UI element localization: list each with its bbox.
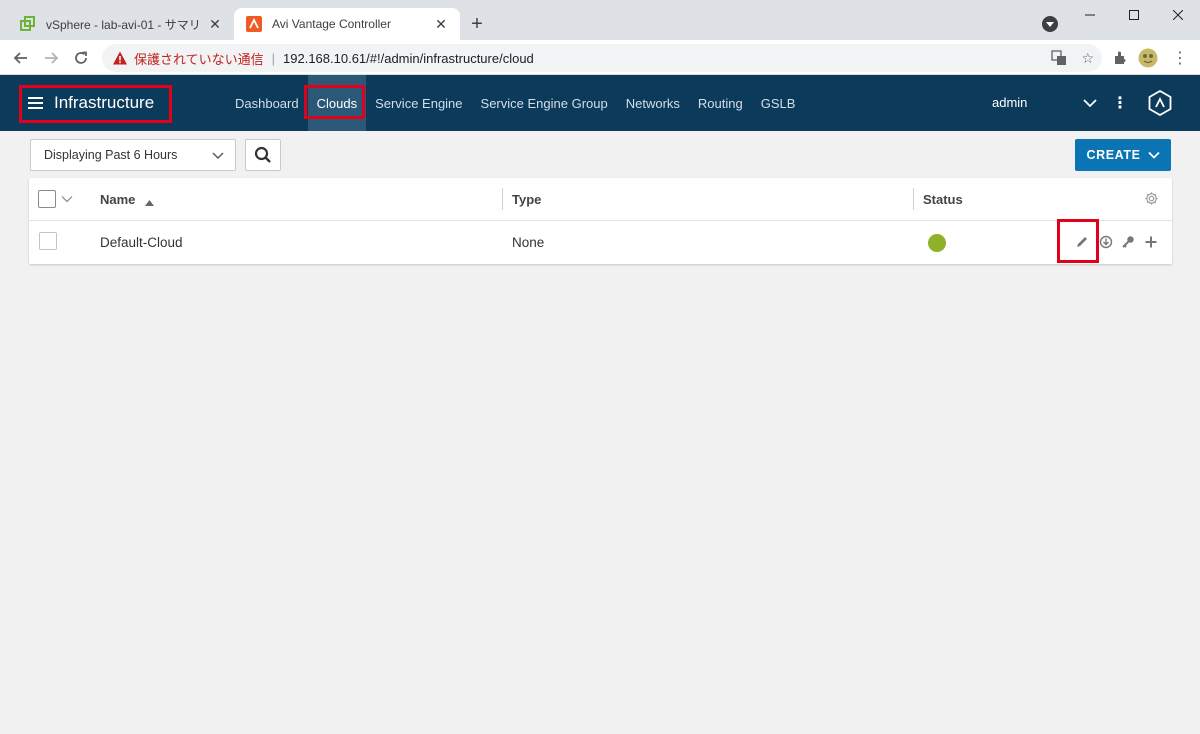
main-nav: Dashboard Clouds Service Engine Service … xyxy=(226,75,804,131)
chevron-down-icon xyxy=(1147,151,1160,159)
kebab-menu-icon[interactable]: ⋮ xyxy=(1110,93,1130,113)
gear-icon[interactable] xyxy=(1144,191,1159,211)
browser-tab-title: Avi Vantage Controller xyxy=(272,17,391,31)
create-label: CREATE xyxy=(1086,148,1141,162)
minimize-icon[interactable] xyxy=(1068,0,1112,30)
extensions-icon[interactable] xyxy=(1110,48,1130,68)
time-range-select[interactable]: Displaying Past 6 Hours xyxy=(30,139,236,171)
status-indicator xyxy=(928,234,946,252)
maximize-icon[interactable] xyxy=(1112,0,1156,30)
chevron-down-icon[interactable] xyxy=(61,192,73,210)
sort-ascending-icon[interactable] xyxy=(145,193,154,211)
back-arrow-icon[interactable] xyxy=(11,48,31,68)
forward-arrow-icon[interactable] xyxy=(41,48,61,68)
browser-tab-title: vSphere - lab-avi-01 - サマリ xyxy=(46,17,201,32)
key-icon[interactable] xyxy=(1120,234,1136,250)
time-range-value: Displaying Past 6 Hours xyxy=(44,148,178,162)
edit-pencil-icon[interactable] xyxy=(1074,234,1090,250)
search-icon xyxy=(254,146,271,163)
nav-dashboard[interactable]: Dashboard xyxy=(226,75,308,131)
avi-icon xyxy=(246,16,262,32)
app-menu-button[interactable]: Infrastructure xyxy=(22,87,164,119)
browser-tab-vsphere[interactable]: vSphere - lab-avi-01 - サマリ ✕ xyxy=(8,8,234,40)
url-text: 192.168.10.61/#!/admin/infrastructure/cl… xyxy=(283,50,534,66)
omnibox-icons: ☆ xyxy=(1051,50,1094,69)
bookmark-star-icon[interactable]: ☆ xyxy=(1081,50,1094,69)
hamburger-icon xyxy=(28,97,43,109)
nav-gslb[interactable]: GSLB xyxy=(752,75,805,131)
omnibox-separator: | xyxy=(271,50,276,66)
browser-toolbar: 保護されていない通信 | 192.168.10.61/#!/admin/infr… xyxy=(0,40,1200,75)
address-bar[interactable]: 保護されていない通信 | 192.168.10.61/#!/admin/infr… xyxy=(102,44,1102,72)
new-tab-button[interactable]: + xyxy=(466,13,488,35)
select-all-checkbox[interactable] xyxy=(38,190,56,208)
column-header-type[interactable]: Type xyxy=(512,192,541,207)
tab-search-icon[interactable] xyxy=(1042,16,1058,32)
create-button[interactable]: CREATE xyxy=(1075,139,1171,171)
nav-routing[interactable]: Routing xyxy=(689,75,752,131)
window-close-icon[interactable] xyxy=(1156,0,1200,30)
column-divider xyxy=(502,188,503,210)
app-header: Infrastructure Dashboard Clouds Service … xyxy=(0,75,1200,131)
reload-icon[interactable] xyxy=(71,48,91,68)
nav-networks[interactable]: Networks xyxy=(617,75,689,131)
content-area: Displaying Past 6 Hours CREATE Name Type… xyxy=(0,131,1200,734)
browser-menu-icon[interactable]: ⋮ xyxy=(1170,48,1190,68)
close-icon[interactable]: ✕ xyxy=(206,15,224,33)
grid-header: Name Type Status xyxy=(29,178,1172,221)
chevron-down-icon xyxy=(211,148,225,162)
close-icon[interactable]: ✕ xyxy=(432,15,450,33)
user-name[interactable]: admin xyxy=(992,95,1027,110)
nav-service-engine-group[interactable]: Service Engine Group xyxy=(472,75,617,131)
download-icon[interactable] xyxy=(1098,234,1114,250)
column-header-status[interactable]: Status xyxy=(923,192,963,207)
row-checkbox[interactable] xyxy=(39,232,57,250)
avi-logo-icon[interactable] xyxy=(1148,90,1172,116)
column-divider xyxy=(913,188,914,210)
cloud-type: None xyxy=(512,235,545,250)
browser-tab-strip: vSphere - lab-avi-01 - サマリ ✕ Avi Vantage… xyxy=(0,0,1200,40)
browser-tab-avi[interactable]: Avi Vantage Controller ✕ xyxy=(234,8,460,40)
warning-icon xyxy=(112,50,128,66)
chevron-down-icon[interactable] xyxy=(1080,93,1100,113)
table-row[interactable]: Default-Cloud None xyxy=(29,221,1172,264)
cloud-name[interactable]: Default-Cloud xyxy=(100,235,183,250)
column-header-name[interactable]: Name xyxy=(100,192,135,207)
search-button[interactable] xyxy=(245,139,281,171)
page-title: Infrastructure xyxy=(54,93,155,112)
vsphere-icon xyxy=(20,16,36,32)
plus-icon[interactable] xyxy=(1143,234,1159,250)
clouds-grid: Name Type Status Default-Cloud None xyxy=(29,178,1172,264)
nav-service-engine[interactable]: Service Engine xyxy=(366,75,471,131)
translate-icon[interactable] xyxy=(1051,50,1067,69)
avatar[interactable] xyxy=(1138,48,1158,68)
security-warning-text: 保護されていない通信 xyxy=(134,51,264,67)
nav-clouds[interactable]: Clouds xyxy=(307,75,367,131)
